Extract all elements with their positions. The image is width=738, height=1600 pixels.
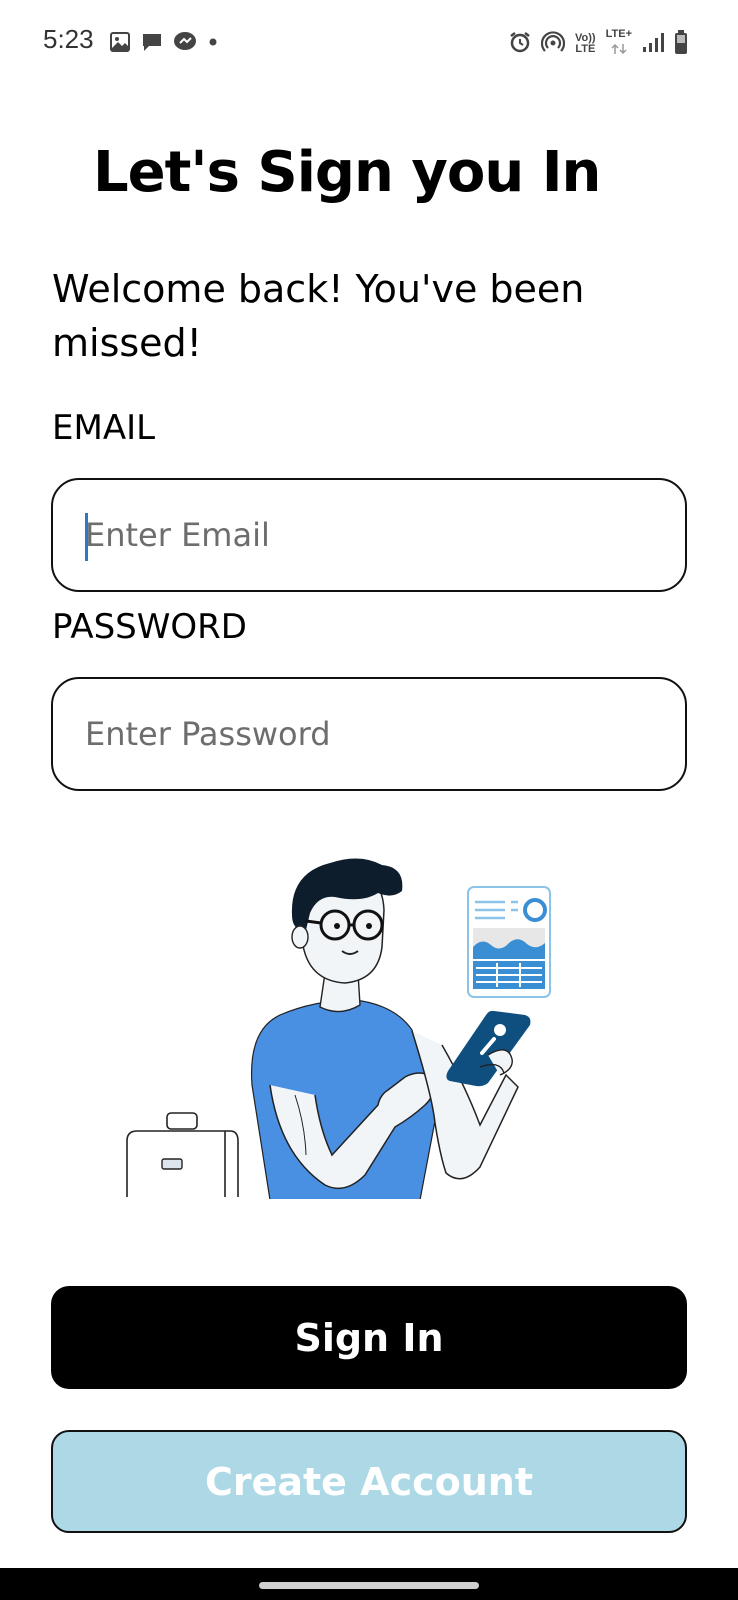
password-input[interactable] [85,679,645,789]
email-field[interactable] [51,478,687,592]
sign-in-button[interactable]: Sign In [51,1286,687,1389]
hotspot-icon [540,30,566,58]
signal-icon [642,31,664,57]
system-icons: Vo)) LTE LTE+ [509,28,688,60]
page-title: Let's Sign you In [93,140,601,205]
man-with-phone-illustration [120,855,560,1225]
password-label: PASSWORD [52,607,247,647]
create-account-button[interactable]: Create Account [51,1430,687,1533]
welcome-subtitle: Welcome back! You've been missed! [52,267,585,365]
password-field[interactable] [51,677,687,791]
dashboard-card-icon [467,886,551,998]
alarm-icon [509,31,531,57]
chat-bubble-icon [140,30,164,58]
data-arrows-icon [610,40,628,59]
volte-icon: Vo)) LTE [575,32,596,55]
dot-icon [206,30,220,58]
status-time: 5:23 [43,24,94,54]
smartphone-icon [446,1010,531,1087]
briefcase-icon [126,1112,239,1197]
gallery-icon [108,30,132,58]
email-input[interactable] [85,480,645,590]
text-cursor [85,513,88,561]
home-gesture-handle[interactable] [259,1582,479,1589]
lte-plus-icon: LTE+ [606,29,632,59]
navigation-bar [0,1568,738,1600]
status-bar: 5:23 Vo)) LTE LTE+ [0,0,738,88]
notification-icons [108,30,220,58]
battery-icon [674,29,688,59]
email-label: EMAIL [52,408,156,448]
messenger-icon [172,30,198,58]
